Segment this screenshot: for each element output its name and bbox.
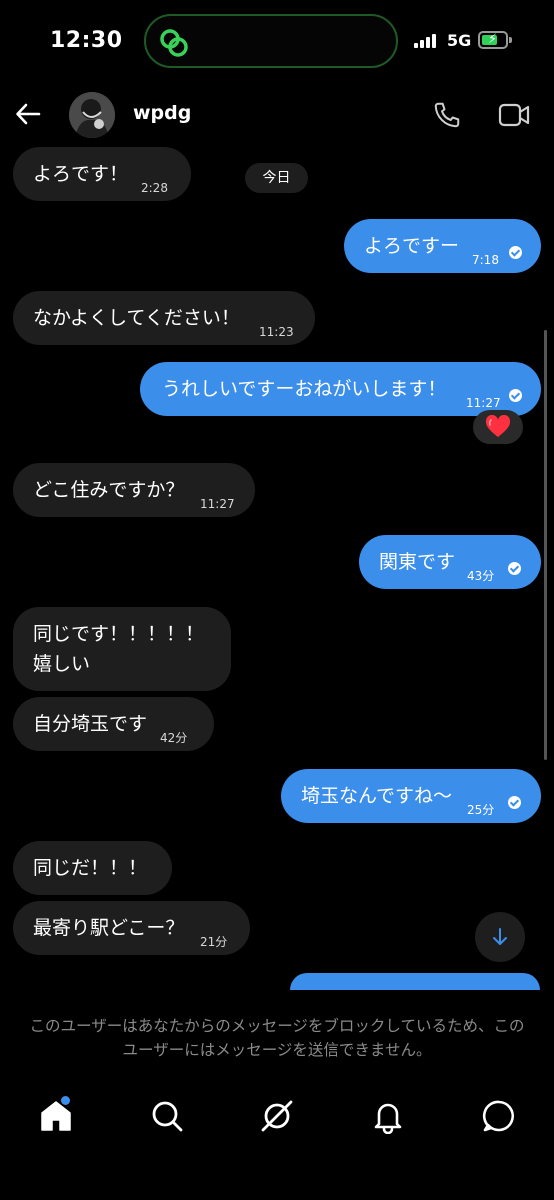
message-time: 43分 bbox=[467, 569, 495, 583]
message-bubble-outgoing[interactable]: うれしいですーおねがいします！ 11:27 bbox=[140, 362, 541, 416]
message-text-line: 同じです！！！！！ bbox=[33, 623, 205, 645]
message-bubble-incoming[interactable]: 自分埼玉です 42分 bbox=[13, 697, 214, 751]
read-check-icon bbox=[509, 246, 522, 259]
message-time: 42分 bbox=[160, 731, 188, 745]
message-text: 最寄り駅どこー？ bbox=[33, 917, 185, 939]
message-bubble-outgoing[interactable]: よろですー 7:18 bbox=[344, 219, 541, 273]
battery-icon: ⚡ bbox=[478, 31, 508, 49]
home-notification-dot bbox=[61, 1096, 70, 1105]
link-app-icon bbox=[160, 29, 188, 57]
messages-icon[interactable] bbox=[481, 1098, 517, 1134]
date-divider: 今日 bbox=[245, 163, 308, 193]
message-text: うれしいですーおねがいします！ bbox=[162, 378, 447, 400]
message-text: 関東です bbox=[379, 551, 456, 573]
message-time: 21分 bbox=[200, 935, 228, 949]
message-bubble-outgoing[interactable]: 関東です 43分 bbox=[359, 535, 541, 589]
message-text: 同じだ！！！ bbox=[33, 857, 148, 879]
heart-icon bbox=[485, 415, 511, 437]
message-bubble-incoming[interactable]: 最寄り駅どこー？ 21分 bbox=[13, 901, 250, 955]
contact-username[interactable]: wpdg bbox=[133, 102, 191, 124]
message-text: なかよくしてください！ bbox=[33, 307, 240, 329]
heart-reaction[interactable] bbox=[473, 410, 523, 444]
message-bubble-outgoing-partial[interactable] bbox=[290, 973, 540, 990]
message-bubble-incoming[interactable]: 同じだ！！！ bbox=[13, 841, 172, 895]
message-bubble-incoming[interactable]: 同じです！！！！！ 嬉しい bbox=[13, 607, 231, 691]
message-text: どこ住みですか？ bbox=[33, 479, 185, 501]
blocked-notice: このユーザーはあなたからのメッセージをブロックしているため、このユーザーにはメッ… bbox=[29, 1017, 525, 1059]
arrow-down-icon bbox=[493, 928, 507, 945]
message-text: よろです！ bbox=[33, 163, 129, 185]
signal-icon bbox=[414, 34, 436, 48]
message-text: 埼玉なんですね〜 bbox=[301, 785, 453, 807]
message-text-line: 嬉しい bbox=[33, 653, 91, 675]
scroll-to-bottom-button[interactable] bbox=[475, 912, 525, 962]
search-icon[interactable] bbox=[149, 1098, 185, 1134]
message-bubble-incoming[interactable]: よろです！ 2:28 bbox=[13, 147, 191, 201]
dynamic-island bbox=[144, 14, 398, 68]
read-check-icon bbox=[508, 562, 521, 575]
message-time: 11:27 bbox=[200, 497, 235, 511]
network-type: 5G bbox=[447, 31, 472, 50]
message-time: 25分 bbox=[467, 803, 495, 817]
message-text: よろですー bbox=[364, 235, 460, 257]
message-text: 自分埼玉です bbox=[33, 713, 148, 735]
message-bubble-outgoing[interactable]: 埼玉なんですね〜 25分 bbox=[281, 769, 541, 823]
battery-cap bbox=[509, 37, 512, 43]
scrollbar[interactable] bbox=[544, 330, 547, 760]
message-time: 7:18 bbox=[472, 253, 499, 267]
message-time: 11:23 bbox=[259, 325, 294, 339]
status-time: 12:30 bbox=[50, 28, 123, 53]
back-arrow-icon[interactable] bbox=[14, 100, 42, 128]
read-check-icon bbox=[509, 389, 522, 402]
message-time: 2:28 bbox=[141, 181, 168, 195]
phone-call-icon[interactable] bbox=[432, 100, 462, 130]
avatar[interactable] bbox=[69, 92, 115, 138]
bell-icon[interactable] bbox=[370, 1098, 406, 1134]
read-check-icon bbox=[508, 796, 521, 809]
message-bubble-incoming[interactable]: どこ住みですか？ 11:27 bbox=[13, 463, 255, 517]
explore-icon[interactable] bbox=[259, 1098, 295, 1134]
message-bubble-incoming[interactable]: なかよくしてください！ 11:23 bbox=[13, 291, 315, 345]
video-call-icon[interactable] bbox=[498, 100, 530, 130]
